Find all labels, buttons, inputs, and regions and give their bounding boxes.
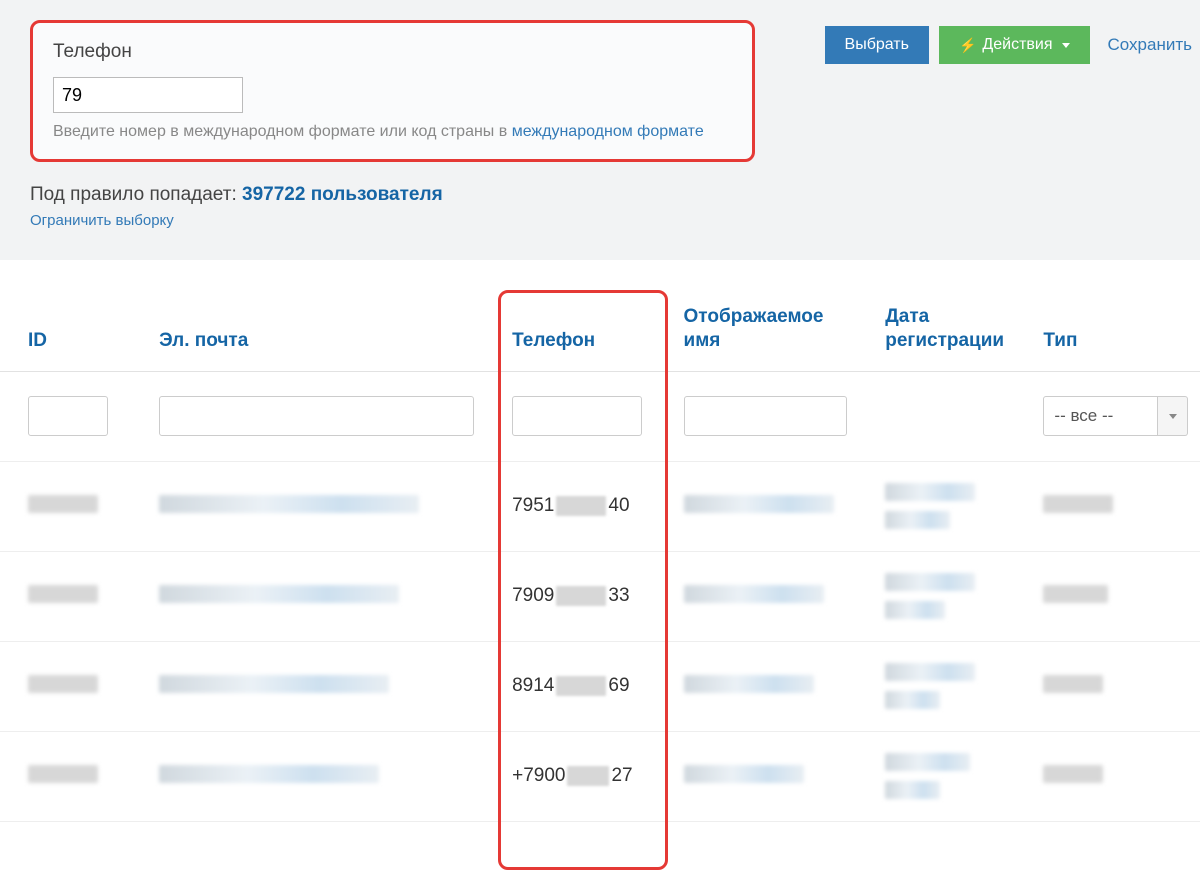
th-email[interactable]: Эл. почта (131, 280, 484, 371)
blurred-cell (885, 753, 1005, 799)
th-reg-date[interactable]: Дата регистрации (857, 280, 1015, 371)
phone-filter-input[interactable] (53, 77, 243, 113)
blurred-cell (1043, 675, 1103, 693)
blurred-cell (159, 495, 419, 513)
phone-hint-text: Введите номер в международном формате ил… (53, 123, 512, 140)
rule-match-summary: Под правило попадает: 397722 пользовател… (30, 184, 1170, 206)
phone-filter-panel: Телефон Введите номер в международном фо… (30, 20, 755, 162)
rule-match-prefix: Под правило попадает: (30, 184, 242, 205)
blurred-cell (1043, 765, 1103, 783)
phone-suffix: 27 (611, 765, 632, 787)
blurred-cell (28, 675, 98, 693)
filter-id-input[interactable] (28, 396, 108, 436)
phone-suffix: 69 (608, 675, 629, 697)
bolt-icon: ⚡ (959, 37, 976, 54)
phone-cell: 7951 40 (512, 495, 645, 517)
th-id[interactable]: ID (0, 280, 131, 371)
blurred-cell (159, 675, 389, 693)
phone-prefix: 8914 (512, 675, 554, 697)
rule-match-count: 397722 пользователя (242, 184, 443, 205)
blurred-segment (556, 676, 606, 696)
filter-phone-input[interactable] (512, 396, 642, 436)
intl-format-link[interactable]: международном формате (512, 123, 704, 140)
blurred-cell (28, 765, 98, 783)
table-row: 7909 33 (0, 551, 1200, 641)
phone-prefix: +7900 (512, 765, 565, 787)
phone-suffix: 33 (608, 585, 629, 607)
blurred-segment (556, 496, 606, 516)
filter-type-toggle[interactable] (1158, 396, 1188, 436)
blurred-cell (885, 573, 1005, 619)
blurred-segment (567, 766, 609, 786)
phone-prefix: 7909 (512, 585, 554, 607)
blurred-cell (159, 765, 379, 783)
table-row: 7951 40 (0, 461, 1200, 551)
actions-label: Действия (982, 36, 1052, 54)
limit-selection-link[interactable]: Ограничить выборку (30, 212, 174, 229)
chevron-down-icon (1169, 414, 1177, 419)
th-phone[interactable]: Телефон (484, 280, 655, 371)
blurred-cell (159, 585, 399, 603)
filter-type-select[interactable]: -- все -- (1043, 396, 1188, 436)
filter-type-value: -- все -- (1054, 406, 1113, 426)
blurred-cell (28, 495, 98, 513)
save-link[interactable]: Сохранить (1100, 25, 1200, 65)
phone-cell: +7900 27 (512, 765, 645, 787)
chevron-down-icon (1062, 43, 1070, 48)
blurred-cell (885, 483, 1005, 529)
users-table: ID Эл. почта Телефон Отображаемое имя Да… (0, 280, 1200, 822)
select-button[interactable]: Выбрать (825, 26, 929, 64)
table-row: 8914 69 (0, 641, 1200, 731)
phone-filter-hint: Введите номер в международном формате ил… (53, 123, 732, 141)
th-type[interactable]: Тип (1015, 280, 1200, 371)
blurred-cell (684, 675, 814, 693)
actions-dropdown-button[interactable]: ⚡ Действия (939, 26, 1090, 64)
blurred-cell (684, 765, 804, 783)
blurred-cell (684, 585, 824, 603)
blurred-cell (1043, 585, 1108, 603)
blurred-cell (28, 585, 98, 603)
th-display-name[interactable]: Отображаемое имя (656, 280, 858, 371)
phone-cell: 7909 33 (512, 585, 645, 607)
filter-name-input[interactable] (684, 396, 848, 436)
phone-filter-label: Телефон (53, 41, 732, 63)
blurred-cell (885, 663, 1005, 709)
filter-email-input[interactable] (159, 396, 474, 436)
table-row: +7900 27 (0, 731, 1200, 821)
phone-cell: 8914 69 (512, 675, 645, 697)
phone-prefix: 7951 (512, 495, 554, 517)
blurred-cell (1043, 495, 1113, 513)
blurred-segment (556, 586, 606, 606)
filter-row: -- все -- (0, 371, 1200, 461)
phone-suffix: 40 (608, 495, 629, 517)
blurred-cell (684, 495, 834, 513)
